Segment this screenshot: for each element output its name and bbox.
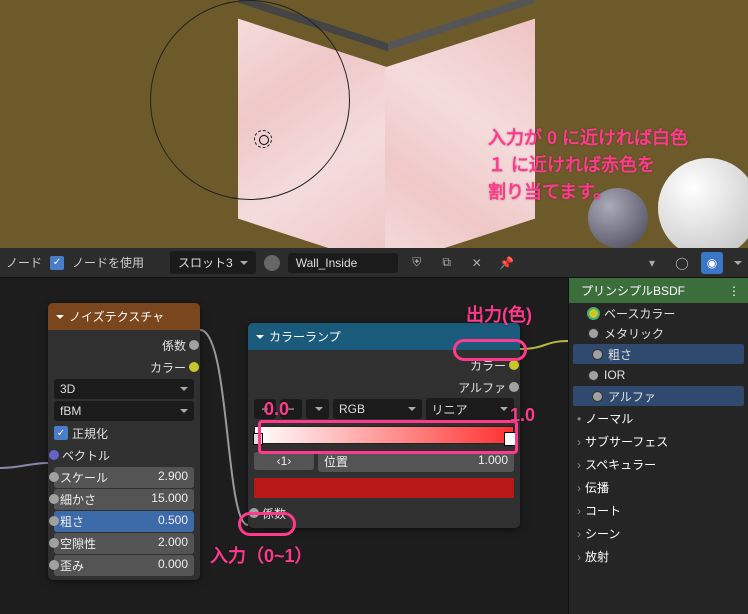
bsdf-transmission[interactable]: ›伝播	[569, 476, 748, 499]
ramp-stop-index[interactable]: ‹1›	[254, 452, 314, 470]
cursor-3d	[254, 130, 272, 148]
socket-out-fac: 係数	[54, 334, 194, 356]
material-icon[interactable]	[264, 255, 280, 271]
viewport-3d[interactable]: 入力が 0 に近ければ白色 １ に近ければ赤色を 割り当てます。	[0, 0, 748, 248]
noise-detail-slider[interactable]: 細かさ15.000	[54, 489, 194, 510]
overlay-icon[interactable]: ◯	[671, 252, 693, 274]
header-node-label: ノード	[6, 254, 42, 271]
copy-icon[interactable]: ⧉	[436, 252, 458, 274]
noise-type-dropdown[interactable]: fBM	[54, 401, 194, 421]
ramp-interp-dropdown[interactable]: RGB	[333, 399, 422, 419]
noise-dimensions-dropdown[interactable]: 3D	[54, 379, 194, 399]
annotation-zero: 0.0	[264, 396, 289, 423]
socket-out-ramp-alpha: アルファ	[254, 376, 514, 398]
annotation-box-fac-in	[238, 512, 296, 536]
bsdf-header[interactable]: プリンシプルBSDF⋮	[569, 278, 748, 303]
noise-scale-slider[interactable]: スケール2.900	[54, 467, 194, 488]
filter-icon[interactable]: ▾	[641, 252, 663, 274]
socket-out-color: カラー	[54, 356, 194, 378]
bsdf-emission[interactable]: ›放射	[569, 545, 748, 568]
bsdf-ior[interactable]: IOR	[569, 365, 748, 385]
properties-sidebar: プリンシプルBSDF⋮ ベースカラー メタリック 粗さ IOR アルファ •ノー…	[568, 278, 748, 614]
shading-icon[interactable]: ◉	[701, 252, 723, 274]
material-name-field[interactable]: Wall_Inside	[288, 253, 398, 273]
annotation-viewport: 入力が 0 に近ければ白色 １ に近ければ赤色を 割り当てます。	[488, 125, 688, 206]
noise-roughness-slider[interactable]: 粗さ0.500	[54, 511, 194, 532]
influence-circle	[150, 0, 350, 200]
bsdf-alpha[interactable]: アルファ	[573, 386, 744, 406]
noise-normalize-checkbox[interactable]: ✓正規化	[54, 422, 194, 444]
annotation-box-gradient	[258, 420, 518, 454]
noise-lacunarity-slider[interactable]: 空隙性2.000	[54, 533, 194, 554]
bsdf-base-color[interactable]: ベースカラー	[569, 303, 748, 323]
shield-icon[interactable]: ⛨	[406, 252, 428, 274]
ramp-ease-dropdown[interactable]: リニア	[426, 398, 515, 421]
bsdf-coat[interactable]: ›コート	[569, 499, 748, 522]
node-editor[interactable]: ノイズテクスチャ 係数 カラー 3D fBM ✓正規化 ベクトル スケール2.9…	[0, 278, 748, 614]
annotation-box-color-out	[453, 339, 527, 361]
pin-icon[interactable]: 📌	[496, 252, 518, 274]
bsdf-specular[interactable]: ›スペキュラー	[569, 453, 748, 476]
chevron-down-icon[interactable]	[731, 256, 742, 270]
bsdf-sheen[interactable]: ›シーン	[569, 522, 748, 545]
annotation-output-color: 出力(色)	[466, 302, 532, 329]
annotation-one: 1.0	[510, 402, 535, 429]
slot-dropdown[interactable]: スロット3	[170, 251, 256, 274]
noise-distortion-slider[interactable]: 歪み0.000	[54, 555, 194, 576]
use-nodes-checkbox[interactable]: ✓	[50, 256, 64, 270]
node-editor-header: ノード ✓ ノードを使用 スロット3 Wall_Inside ⛨ ⧉ ✕ 📌 ▾…	[0, 248, 748, 278]
annotation-input-range: 入力（0~1）	[210, 543, 313, 570]
node-header-noise[interactable]: ノイズテクスチャ	[48, 303, 200, 330]
bsdf-subsurface[interactable]: ›サブサーフェス	[569, 430, 748, 453]
bsdf-normal[interactable]: •ノーマル	[569, 407, 748, 430]
ramp-menu-button[interactable]	[306, 399, 329, 419]
bsdf-metallic[interactable]: メタリック	[569, 323, 748, 343]
socket-in-vector: ベクトル	[54, 444, 194, 466]
bsdf-roughness[interactable]: 粗さ	[573, 344, 744, 364]
unlink-icon[interactable]: ✕	[466, 252, 488, 274]
use-nodes-label: ノードを使用	[72, 254, 144, 271]
node-noise-texture[interactable]: ノイズテクスチャ 係数 カラー 3D fBM ✓正規化 ベクトル スケール2.9…	[48, 303, 200, 580]
ramp-color-swatch[interactable]	[254, 478, 514, 498]
